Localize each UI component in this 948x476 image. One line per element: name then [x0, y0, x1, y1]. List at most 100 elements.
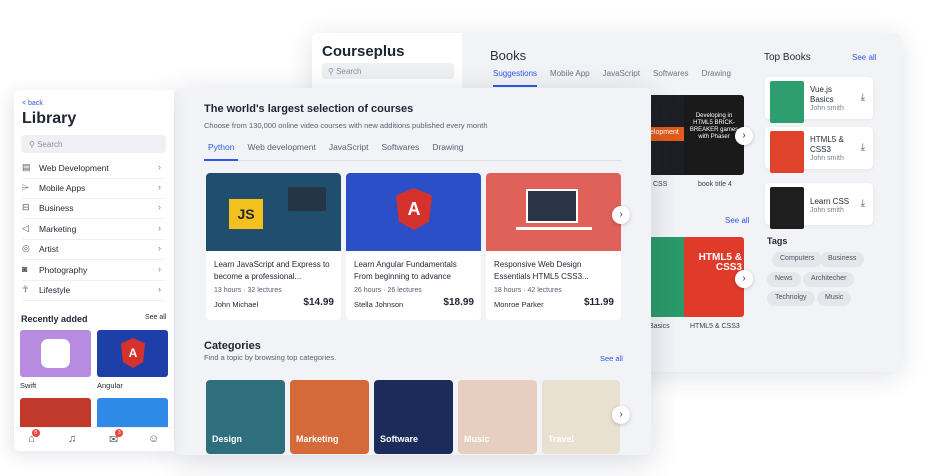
- category-card[interactable]: Design: [206, 380, 285, 454]
- course-card[interactable]: A Learn Angular Fundamentals From beginn…: [346, 173, 481, 320]
- chevron-right-icon: ›: [158, 264, 161, 274]
- recent-card-angular[interactable]: A: [97, 330, 168, 377]
- tag-chip[interactable]: Music: [817, 291, 852, 306]
- book-caption: book title 4: [698, 181, 732, 188]
- tab-python[interactable]: Python: [208, 142, 234, 152]
- notification-badge: 8: [31, 429, 40, 437]
- download-icon[interactable]: ⤓: [861, 142, 865, 153]
- monitor-icon: [526, 189, 578, 223]
- angular-logo-icon: A: [396, 188, 432, 230]
- chevron-right-icon: ›: [158, 162, 161, 172]
- books-search-input[interactable]: ⚲ Search: [322, 63, 454, 79]
- tag-chip[interactable]: Technolgy: [767, 291, 815, 306]
- categories-subheading: Find a topic by browsing top categories.: [204, 353, 337, 362]
- chevron-right-icon: ›: [158, 243, 161, 253]
- course-title: Learn Angular Fundamentals From beginnin…: [354, 260, 457, 281]
- books-title: Books: [490, 48, 527, 63]
- chevron-right-icon: ›: [158, 284, 161, 294]
- category-card[interactable]: Travel: [542, 380, 620, 454]
- course-tabs: Python Web development JavaScript Softwa…: [208, 142, 464, 152]
- courses-heading: The world's largest selection of courses: [204, 103, 414, 115]
- search-icon: ⚲: [328, 67, 334, 76]
- profile-icon[interactable]: ☺: [148, 433, 159, 445]
- menu-item-mobile-apps[interactable]: ⌲ Mobile Apps ›: [22, 180, 165, 199]
- tab-drawing[interactable]: Drawing: [432, 142, 463, 152]
- book-cover: [770, 131, 804, 173]
- top-book-card[interactable]: Vue.js Basics John smith ⤓: [765, 77, 873, 123]
- person-icon: ☥: [22, 284, 29, 294]
- category-card[interactable]: Software: [374, 380, 453, 454]
- chevron-right-icon: ›: [158, 223, 161, 233]
- menu-item-photography[interactable]: ◙ Photography ›: [22, 262, 165, 281]
- next-arrow-icon[interactable]: ›: [735, 270, 753, 288]
- category-card[interactable]: Marketing: [290, 380, 369, 454]
- book-caption: HTML5 & CSS3: [690, 323, 740, 330]
- book-caption: CSS: [653, 181, 668, 188]
- library-panel: < back Library ⚲ Search ▤ Web Development…: [14, 90, 174, 451]
- course-card[interactable]: JS Learn JavaScript and Express to becom…: [206, 173, 341, 320]
- bell-icon[interactable]: ♫: [68, 433, 76, 445]
- top-books-heading: Top Books: [764, 52, 811, 63]
- bottom-nav: ⌂ 8 ♫ ✉ 3 ☺: [14, 427, 174, 451]
- tab-softwares[interactable]: Softwares: [382, 142, 420, 152]
- search-icon: ⚲: [29, 140, 35, 149]
- next-arrow-icon[interactable]: ›: [612, 406, 630, 424]
- next-arrow-icon[interactable]: ›: [735, 127, 753, 145]
- menu-item-artist[interactable]: ◎ Artist ›: [22, 241, 165, 260]
- back-link[interactable]: < back: [22, 100, 43, 107]
- recent-card-swift[interactable]: [20, 330, 91, 377]
- tag-chip[interactable]: Architecher: [803, 272, 855, 287]
- book-cover: [770, 187, 804, 229]
- recent-card-label: Swift: [20, 381, 37, 390]
- tab-web-development[interactable]: Web development: [247, 142, 315, 152]
- tag-chip[interactable]: News: [767, 272, 801, 287]
- chevron-right-icon: ›: [158, 202, 161, 212]
- tab-drawing[interactable]: Drawing: [702, 69, 731, 87]
- top-book-card[interactable]: Learn CSS John smith ⤓: [765, 183, 873, 229]
- menu-item-business[interactable]: ⊟ Business ›: [22, 200, 165, 219]
- course-title: Learn JavaScript and Express to become a…: [214, 260, 330, 281]
- tag-chip[interactable]: Business: [820, 252, 865, 267]
- library-title: Library: [22, 110, 77, 127]
- course-thumbnail: JS: [206, 173, 341, 251]
- course-author: Stella Johnson: [354, 300, 404, 309]
- library-search-input[interactable]: ⚲ Search: [21, 135, 166, 153]
- download-icon[interactable]: ⤓: [861, 92, 865, 103]
- course-author: Monroe Parker: [494, 300, 544, 309]
- tag-icon: ⌲: [22, 182, 30, 192]
- course-card[interactable]: Responsive Web Design Essentials HTML5 C…: [486, 173, 621, 320]
- tab-javascript[interactable]: JavaScript: [603, 69, 640, 87]
- categories-see-all[interactable]: See all: [600, 354, 623, 363]
- app-logo: Courseplus: [322, 43, 405, 60]
- next-arrow-icon[interactable]: ›: [612, 206, 630, 224]
- tab-mobile-app[interactable]: Mobile App: [550, 69, 590, 87]
- home-icon[interactable]: ⌂ 8: [28, 429, 40, 445]
- tab-javascript[interactable]: JavaScript: [329, 142, 369, 152]
- recent-card-label: Angular: [97, 381, 123, 390]
- code-window-icon: [288, 187, 326, 211]
- category-card[interactable]: Music: [458, 380, 537, 454]
- course-price: $14.99: [303, 297, 334, 308]
- notification-badge: 3: [115, 429, 124, 437]
- menu-item-lifestyle[interactable]: ☥ Lifestyle ›: [22, 282, 165, 301]
- recently-added-see-all[interactable]: See all: [145, 314, 166, 321]
- mail-icon[interactable]: ✉ 3: [109, 429, 124, 446]
- megaphone-icon: ◁: [22, 223, 29, 233]
- top-books-see-all[interactable]: See all: [852, 53, 876, 62]
- chevron-right-icon: ›: [158, 182, 161, 192]
- menu-item-web-development[interactable]: ▤ Web Development ›: [22, 160, 165, 179]
- angular-logo-icon: A: [121, 338, 145, 368]
- categories-heading: Categories: [204, 340, 261, 352]
- course-title: Responsive Web Design Essentials HTML5 C…: [494, 260, 589, 281]
- tag-chip[interactable]: Computers: [772, 252, 823, 267]
- books-tabs: Suggestions Mobile App JavaScript Softwa…: [493, 69, 731, 87]
- menu-item-marketing[interactable]: ◁ Marketing ›: [22, 221, 165, 240]
- course-price: $11.99: [583, 297, 614, 308]
- courses-subheading: Choose from 130,000 online video courses…: [204, 121, 488, 130]
- download-icon[interactable]: ⤓: [861, 198, 865, 209]
- tabs-divider: [204, 160, 622, 161]
- tab-softwares[interactable]: Softwares: [653, 69, 689, 87]
- tab-suggestions[interactable]: Suggestions: [493, 69, 538, 87]
- top-book-card[interactable]: HTML5 & CSS3 John smith ⤓: [765, 127, 873, 173]
- books-see-all[interactable]: See all: [725, 216, 749, 225]
